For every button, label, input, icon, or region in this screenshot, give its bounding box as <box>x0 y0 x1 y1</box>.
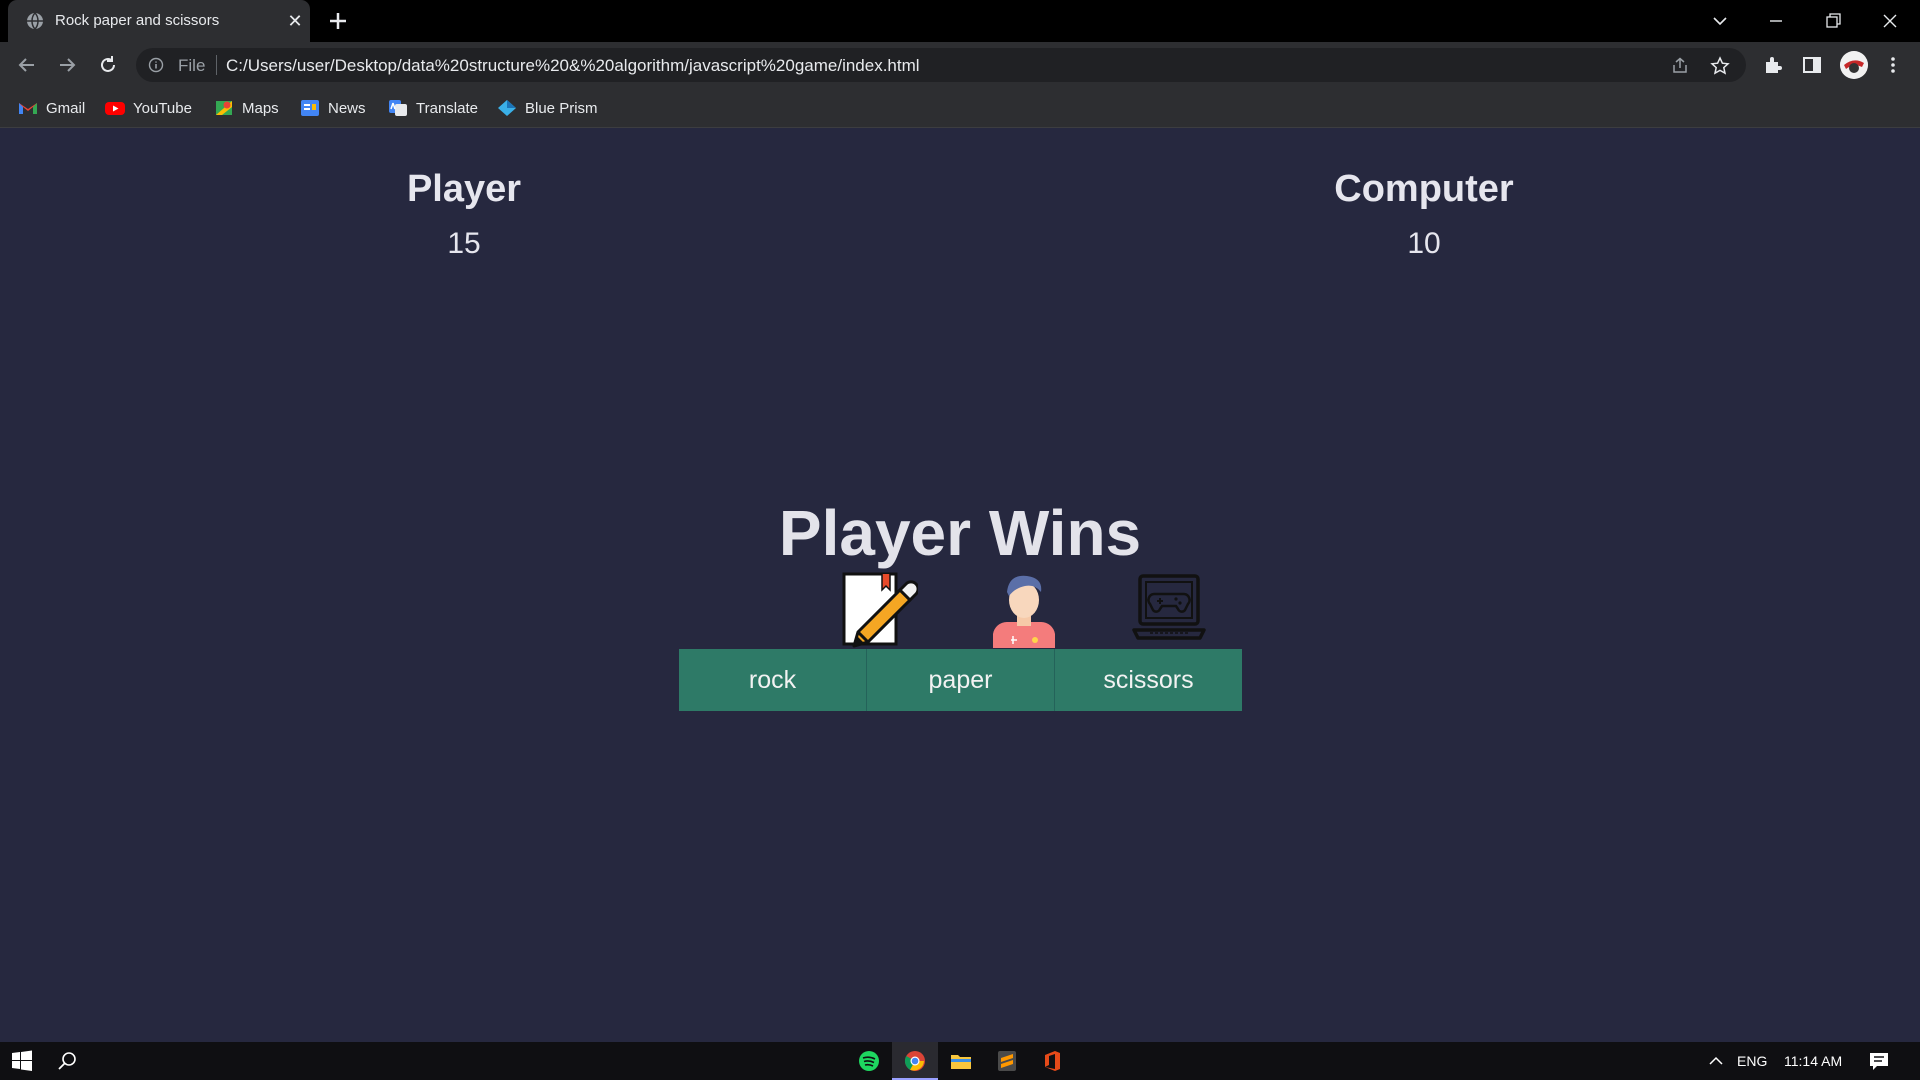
tab-title: Rock paper and scissors <box>55 12 220 29</box>
reload-icon[interactable] <box>95 52 121 78</box>
blue-prism-icon <box>498 100 516 116</box>
bookmark-label: Blue Prism <box>525 99 598 117</box>
bookmark-translate[interactable]: Translate <box>388 97 478 119</box>
url-text[interactable]: C:/Users/user/Desktop/data%20structure%2… <box>226 56 920 76</box>
tab-search-chevron-icon[interactable] <box>1707 8 1733 34</box>
bookmark-label: News <box>328 99 366 117</box>
close-tab-icon[interactable]: ✕ <box>283 9 307 33</box>
bookmark-star-icon[interactable] <box>1710 56 1730 76</box>
notification-center-icon[interactable] <box>1868 1050 1890 1072</box>
news-icon <box>301 100 319 116</box>
side-panel-icon[interactable] <box>1801 54 1823 76</box>
close-window-icon[interactable] <box>1877 8 1903 34</box>
bookmark-maps[interactable]: Maps <box>214 97 279 119</box>
bookmark-label: Maps <box>242 99 279 117</box>
scissors-button[interactable]: scissors <box>1055 649 1242 711</box>
bookmark-label: Gmail <box>46 99 86 117</box>
gmail-icon <box>19 103 37 114</box>
clock[interactable]: 11:14 AM <box>1784 1053 1842 1069</box>
extensions-puzzle-icon[interactable] <box>1762 54 1784 76</box>
profile-avatar[interactable] <box>1840 51 1868 79</box>
show-hidden-icons-chevron-icon[interactable] <box>1705 1050 1727 1072</box>
share-icon[interactable] <box>1670 56 1690 76</box>
windows-start-icon[interactable] <box>11 1050 33 1072</box>
browser-tab[interactable]: Rock paper and scissors ✕ <box>8 0 310 42</box>
chrome-taskbar-button[interactable] <box>892 1042 938 1080</box>
chrome-menu-icon[interactable] <box>1882 54 1904 76</box>
computer-label: Computer <box>1334 168 1514 210</box>
bookmarks-bar: Gmail YouTube Maps News Translate Blue P… <box>0 88 1920 128</box>
globe-icon <box>27 12 43 30</box>
maps-icon <box>216 101 232 115</box>
bookmark-label: Translate <box>416 99 478 117</box>
person-icon <box>993 575 1055 648</box>
bookmark-youtube[interactable]: YouTube <box>105 97 192 119</box>
computer-score: 10 <box>1407 227 1441 260</box>
scheme-label: File <box>178 56 206 75</box>
spotify-icon[interactable] <box>858 1050 880 1072</box>
search-icon[interactable] <box>56 1050 78 1072</box>
file-explorer-icon[interactable] <box>950 1050 972 1072</box>
translate-icon <box>389 100 407 116</box>
paper-button[interactable]: paper <box>867 649 1055 711</box>
bookmark-gmail[interactable]: Gmail <box>18 97 85 119</box>
game-page: Player 15 Computer 10 Player Wins rock p… <box>0 128 1920 1042</box>
new-tab-icon[interactable] <box>325 8 351 34</box>
result-message: Player Wins <box>778 497 1142 569</box>
choice-buttons: rock paper scissors <box>679 649 1242 711</box>
bookmark-news[interactable]: News <box>300 97 366 119</box>
sublime-text-icon[interactable] <box>996 1050 1018 1072</box>
rock-button[interactable]: rock <box>679 649 867 711</box>
chrome-icon <box>904 1051 925 1071</box>
player-score-panel: Player 15 <box>314 168 614 261</box>
office-icon[interactable] <box>1041 1050 1063 1072</box>
bookmark-label: YouTube <box>133 99 192 117</box>
laptop-gamepad-icon <box>1132 574 1206 640</box>
restore-icon[interactable] <box>1820 8 1846 34</box>
omnibox-divider <box>216 55 217 75</box>
address-bar[interactable]: File C:/Users/user/Desktop/data%20struct… <box>136 48 1746 82</box>
minimize-icon[interactable] <box>1763 8 1789 34</box>
youtube-icon <box>105 102 125 115</box>
forward-arrow-icon[interactable] <box>54 52 80 78</box>
player-score: 15 <box>447 227 481 260</box>
tab-strip: Rock paper and scissors ✕ <box>0 0 1920 42</box>
profile-picture-icon <box>1840 51 1868 79</box>
player-label: Player <box>406 168 522 210</box>
language-indicator[interactable]: ENG <box>1737 1053 1767 1069</box>
bookmark-blue-prism[interactable]: Blue Prism <box>497 97 598 119</box>
notepad-pencil-icon <box>842 572 918 648</box>
browser-toolbar: File C:/Users/user/Desktop/data%20struct… <box>0 42 1920 88</box>
back-arrow-icon[interactable] <box>14 52 40 78</box>
info-icon[interactable] <box>148 57 164 73</box>
windows-taskbar: ENG 11:14 AM <box>0 1042 1920 1080</box>
computer-score-panel: Computer 10 <box>1274 168 1574 261</box>
